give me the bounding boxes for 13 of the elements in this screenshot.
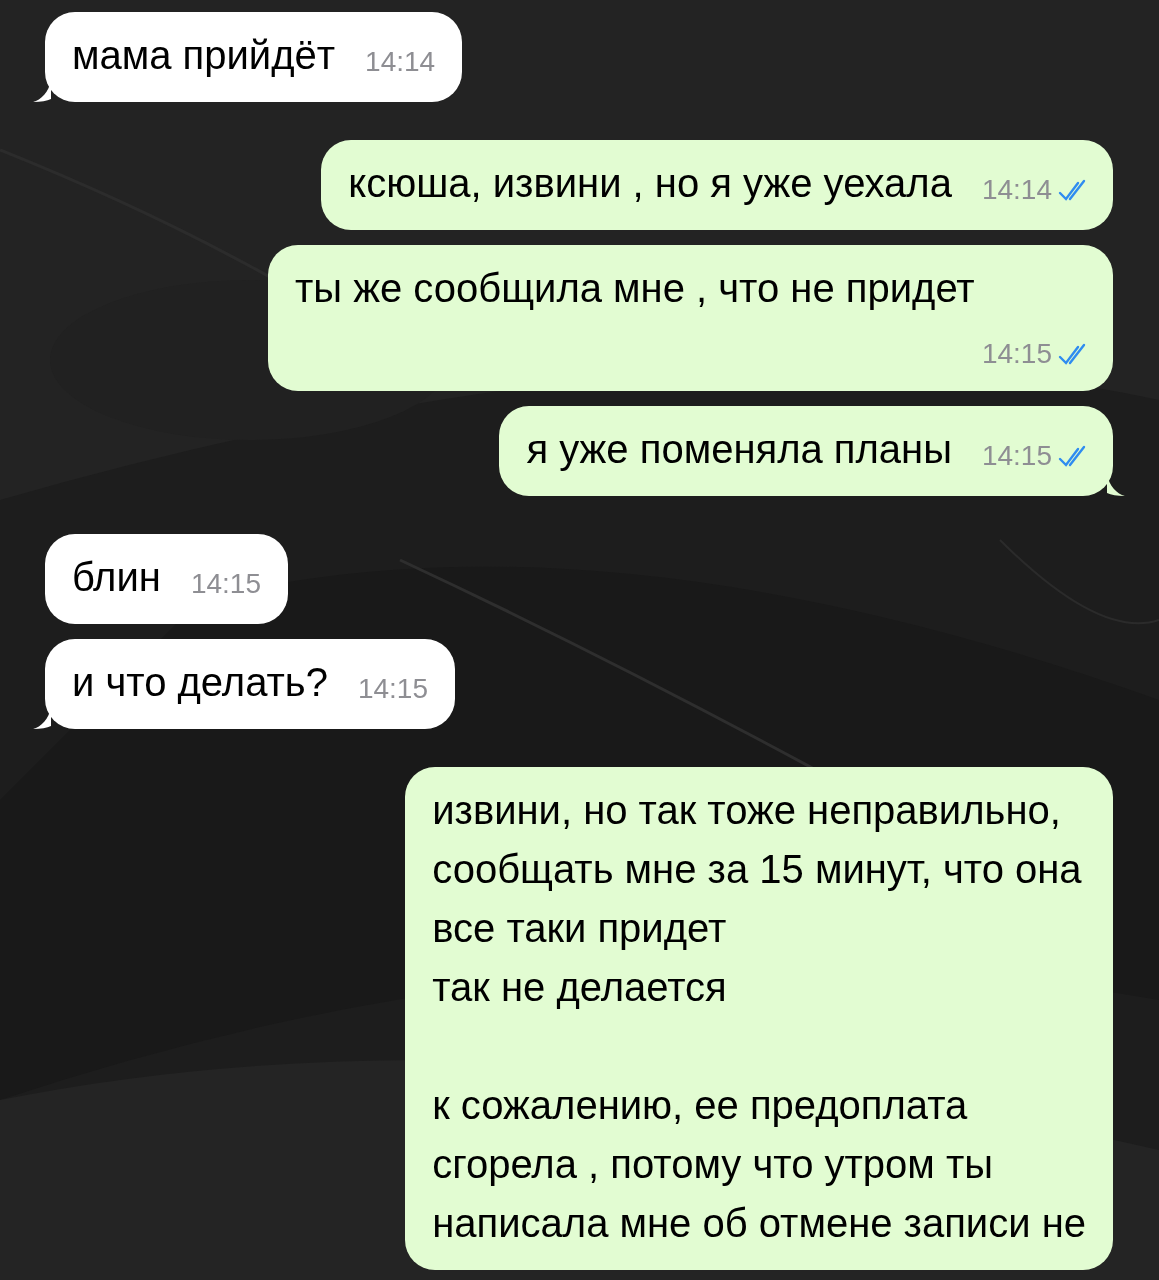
message-time: 14:14	[981, 173, 1052, 207]
message-time: 14:15	[190, 567, 261, 601]
message-time: 14:15	[981, 439, 1052, 473]
message-text: извини, но так тоже неправильно, сообщать мне за 15 минут, что она все таки придет так не делается к сожалению, ее предоплата сгорела , потому что утром ты написала мне об отмене записи не	[432, 788, 1086, 1245]
message-time: 14:15	[981, 337, 1052, 371]
message-text: блин	[72, 555, 161, 599]
message-text: ксюша, извини , но я уже уехала	[348, 161, 952, 205]
message-time: 14:15	[357, 672, 428, 706]
message-text: и что делать?	[72, 660, 328, 704]
message-text: ты же сообщила мне , что не придет	[295, 266, 975, 310]
message-text: мама прийдёт	[72, 33, 336, 77]
message-text: я уже поменяла планы	[526, 427, 952, 471]
message-time: 14:14	[365, 45, 436, 79]
